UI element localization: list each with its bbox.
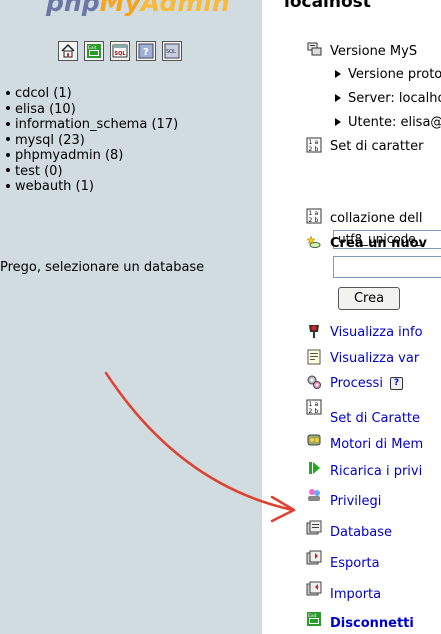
menu-item-reload-privileges[interactable]: Ricarica i privi bbox=[330, 464, 422, 479]
page-title: localhost bbox=[284, 0, 371, 12]
svg-text:Exit: Exit bbox=[88, 45, 97, 51]
database-item[interactable]: information_schema (17) bbox=[6, 117, 178, 133]
menu-item-status[interactable]: Visualizza info bbox=[330, 325, 423, 340]
new-database-icon bbox=[306, 235, 321, 248]
charset-icon: 1 a2 b bbox=[306, 399, 322, 415]
collation-icon: 1 a2 b bbox=[306, 208, 322, 224]
navigation-frame: phpMyAdmin Exit SQL ? SQL cdcol (1) elis… bbox=[0, 0, 262, 634]
gears-icon bbox=[307, 375, 321, 389]
frame-divider[interactable] bbox=[262, 0, 270, 634]
exit-icon[interactable]: Exit bbox=[84, 41, 104, 61]
menu-item-import[interactable]: Importa bbox=[330, 587, 381, 602]
charset-label: Set di caratter bbox=[330, 139, 424, 154]
svg-text:2: 2 bbox=[309, 408, 313, 415]
export-icon bbox=[306, 550, 322, 565]
svg-text:?: ? bbox=[143, 47, 149, 58]
svg-text:b: b bbox=[315, 408, 319, 415]
database-item[interactable]: mysql (23) bbox=[6, 133, 178, 149]
menu-item-privileges[interactable]: Privilegi bbox=[330, 494, 381, 509]
main-frame: localhost Versione MyS Versione proto Se… bbox=[270, 0, 441, 634]
engines-icon bbox=[307, 434, 321, 446]
import-icon bbox=[306, 581, 322, 596]
server-host: Server: localho bbox=[335, 91, 441, 106]
menu-item-logout[interactable]: Disconnetti bbox=[330, 616, 414, 631]
create-button[interactable]: Crea bbox=[338, 287, 400, 310]
menu-item-database[interactable]: Database bbox=[330, 525, 392, 540]
collation-label: collazione dell bbox=[330, 211, 423, 226]
users-icon bbox=[308, 489, 320, 501]
protocol-version: Versione proto bbox=[335, 67, 441, 82]
server-version-label: Versione MyS bbox=[330, 44, 418, 59]
phpmyadmin-logo[interactable]: phpMyAdmin bbox=[0, 0, 262, 18]
svg-text:SQL: SQL bbox=[115, 51, 127, 57]
select-database-message: Prego, selezionare un database bbox=[0, 260, 205, 275]
svg-text:Exit: Exit bbox=[308, 613, 317, 619]
database-list: cdcol (1) elisa (10) information_schema … bbox=[6, 86, 178, 195]
new-database-name-input[interactable] bbox=[333, 256, 441, 278]
svg-text:a: a bbox=[315, 139, 319, 146]
menu-item-engines[interactable]: Motori di Mem bbox=[330, 437, 423, 452]
menu-item-processes[interactable]: Processi? bbox=[330, 376, 403, 391]
logo-php: php bbox=[46, 0, 100, 17]
help-icon[interactable]: ? bbox=[136, 41, 156, 61]
svg-text:b: b bbox=[315, 146, 319, 153]
menu-item-variables[interactable]: Visualizza var bbox=[330, 351, 419, 366]
charset-icon: 1 a2 b bbox=[306, 137, 322, 153]
menu-item-export[interactable]: Esporta bbox=[330, 556, 380, 571]
document-icon bbox=[307, 349, 321, 365]
sql-window-icon[interactable]: SQL bbox=[162, 41, 182, 61]
database-icon bbox=[306, 520, 322, 535]
reload-icon bbox=[309, 462, 320, 474]
svg-text:a: a bbox=[315, 401, 319, 408]
svg-text:2: 2 bbox=[309, 146, 313, 153]
menu-item-charsets[interactable]: Set di Caratte bbox=[330, 411, 420, 426]
sql-query-icon[interactable]: SQL bbox=[110, 41, 130, 61]
current-user: Utente: elisa@ bbox=[335, 115, 441, 130]
database-item[interactable]: test (0) bbox=[6, 164, 178, 180]
help-icon[interactable]: ? bbox=[389, 377, 403, 390]
svg-text:1: 1 bbox=[309, 401, 313, 408]
svg-text:2: 2 bbox=[309, 217, 313, 224]
database-item[interactable]: webauth (1) bbox=[6, 179, 178, 195]
logo-admin: Admin bbox=[140, 0, 230, 17]
database-item[interactable]: elisa (10) bbox=[6, 102, 178, 118]
exit-icon: Exit bbox=[307, 612, 321, 626]
database-item[interactable]: phpmyadmin (8) bbox=[6, 148, 178, 164]
svg-text:b: b bbox=[315, 217, 319, 224]
logo-my: My bbox=[99, 0, 141, 17]
home-icon[interactable] bbox=[58, 41, 78, 61]
svg-text:a: a bbox=[315, 210, 319, 217]
svg-text:SQL: SQL bbox=[166, 49, 176, 55]
svg-text:1: 1 bbox=[309, 210, 313, 217]
create-database-label: Crea un nuov bbox=[330, 236, 428, 251]
database-item[interactable]: cdcol (1) bbox=[6, 86, 178, 102]
svg-text:1: 1 bbox=[309, 139, 313, 146]
server-icon bbox=[307, 42, 322, 56]
traffic-light-icon bbox=[309, 325, 319, 338]
